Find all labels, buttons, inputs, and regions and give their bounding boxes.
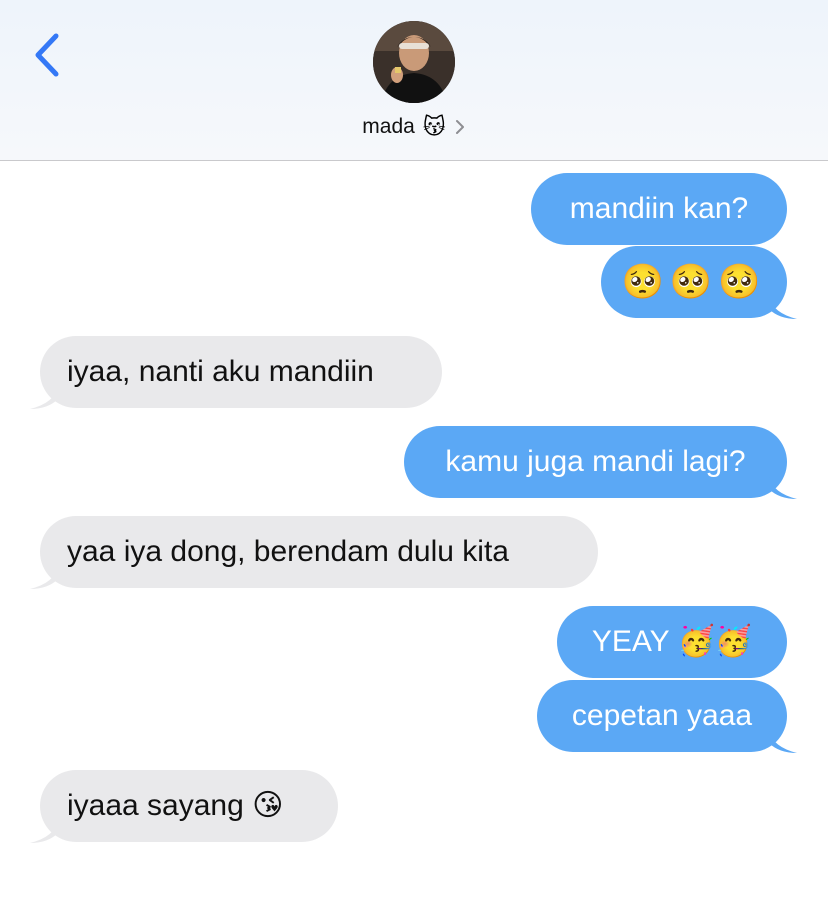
message-text: iyaaa sayang 😘	[67, 789, 284, 822]
message-text: cepetan yaaa	[571, 699, 753, 732]
message-bubble-sent[interactable]: kamu juga mandi lagi?	[404, 426, 797, 499]
bubble-tail	[30, 387, 58, 409]
message-bubble-received[interactable]: iyaa, nanti aku mandiin	[30, 336, 442, 409]
message-text: kamu juga mandi lagi?	[445, 445, 746, 478]
bubble-tail	[769, 731, 797, 753]
message-text: mandiin kan?	[569, 192, 749, 225]
message-bubble-sent[interactable]: cepetan yaaa	[537, 680, 797, 753]
contact-details-button[interactable]: mada 😽	[0, 112, 828, 142]
conversation-header: mada 😽	[0, 0, 828, 161]
message-bubble-sent[interactable]: YEAY 🥳🥳	[557, 606, 787, 678]
contact-avatar[interactable]	[373, 21, 455, 103]
message-bubble-sent[interactable]: mandiin kan?	[531, 173, 787, 245]
bubble-tail	[769, 297, 797, 319]
message-text: YEAY 🥳🥳	[591, 625, 753, 658]
cat-emoji-icon: 😽	[422, 114, 446, 139]
message-thread: mandiin kan? 🥺🥺🥺 iyaa, nanti aku mandiin…	[0, 161, 828, 899]
pleading-face-emoji-icon: 🥺🥺🥺	[621, 263, 767, 301]
contact-name: mada	[362, 115, 415, 138]
message-bubble-sent[interactable]: 🥺🥺🥺	[601, 246, 797, 319]
message-bubble-received[interactable]: yaa iya dong, berendam dulu kita	[30, 516, 598, 589]
avatar-photo	[373, 21, 455, 103]
message-text: yaa iya dong, berendam dulu kita	[67, 535, 509, 568]
chevron-right-icon	[455, 120, 464, 134]
bubble-tail	[30, 567, 58, 589]
message-bubble-received[interactable]: iyaaa sayang 😘	[30, 770, 338, 843]
chevron-left-icon[interactable]	[28, 30, 68, 80]
message-text: iyaa, nanti aku mandiin	[67, 355, 374, 388]
bubble-tail	[30, 821, 58, 843]
bubble-tail	[769, 477, 797, 499]
